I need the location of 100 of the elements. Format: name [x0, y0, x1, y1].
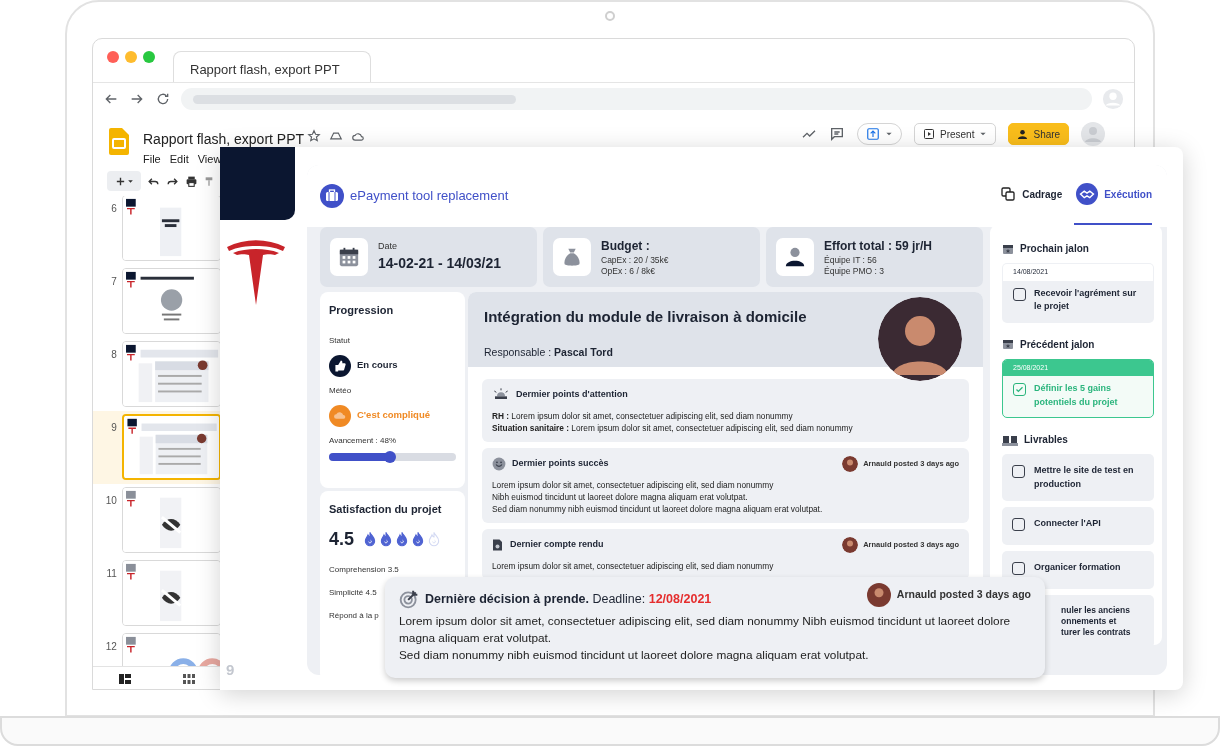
caret-icon	[885, 130, 893, 138]
calendar-icon	[1002, 338, 1014, 350]
slide-number: 12	[104, 640, 117, 654]
calendar-icon	[338, 246, 360, 268]
decision-heading: Dernière décision à prende. Deadline: 12/08/2021	[425, 590, 712, 608]
slide-thumbnail[interactable]	[121, 487, 221, 553]
field-label: Statut	[329, 334, 351, 347]
field-label: Date	[378, 239, 398, 253]
browser-tab[interactable]: Rapport flash, export PPT	[173, 51, 371, 82]
copy-icon	[1000, 186, 1017, 202]
deliverable-label: Connecter l'API	[1034, 517, 1101, 530]
field-label: Météo	[329, 384, 353, 397]
criterion-score: Comprehension 3.5	[329, 563, 399, 576]
star-icon[interactable]	[307, 129, 321, 143]
slide-number: 8	[110, 348, 117, 362]
date-range: 14-02-21 - 14/03/21	[378, 254, 501, 274]
slides-logo-icon	[109, 128, 129, 155]
note-text: Situation sanitaire : Lorem ipsum dolor sit amet, consectetuer adipiscing elit, sed diam nonummy	[492, 422, 854, 435]
slide-number: 6	[110, 202, 117, 216]
deliverable-label: Mettre le site de test en production	[1034, 464, 1135, 491]
card-title: Progression	[329, 303, 395, 318]
decision-text: Lorem ipsum dolor sit amet, consectetuer adipiscing elit, sed diam nonummy Nibh euismod tincidunt ut laoreet dolore magna aliquam erat volutpat.	[399, 613, 1012, 647]
money-bag-icon	[561, 246, 583, 268]
cloud-icon	[329, 404, 351, 427]
slide-number: 10	[104, 494, 117, 508]
share-button[interactable]: Share	[1008, 123, 1070, 145]
manager-text: Responsable : Pascal Tord	[484, 344, 614, 360]
score-value: 4.5	[329, 527, 355, 551]
caret-icon	[126, 177, 134, 185]
checkbox[interactable]	[1013, 383, 1026, 396]
present-icon	[923, 128, 935, 140]
slide-thumbnail[interactable]	[121, 414, 221, 480]
avatar	[842, 456, 859, 473]
card-title: Effort total : 59 jr/H	[824, 238, 932, 255]
calendar-icon	[1002, 242, 1014, 255]
avatar	[842, 537, 859, 554]
comment-icon[interactable]	[829, 126, 845, 142]
print-icon[interactable]	[185, 174, 198, 188]
card-title: Satisfaction du projet	[329, 502, 443, 517]
person-icon	[784, 246, 806, 268]
section-title: Dermier points d'attention	[516, 388, 628, 402]
avatar	[866, 583, 891, 607]
deliverable-label: nuler les anciens onnements et turer les contrats	[1061, 605, 1132, 639]
slide-number: 9	[226, 660, 235, 680]
filmstrip-view-icon[interactable]	[119, 674, 131, 684]
document-icon	[492, 537, 504, 554]
criterion-score: Simplicité 4.5	[329, 586, 377, 599]
checkbox[interactable]	[1012, 465, 1025, 478]
menu-item[interactable]: File	[143, 151, 161, 168]
slide-thumbnail[interactable]	[121, 268, 221, 334]
slide-thumbnail[interactable]	[121, 196, 221, 261]
caret-icon	[979, 130, 988, 138]
document-title[interactable]: Rapport flash, export PPT	[143, 129, 305, 150]
weather-text: C'est compliqué	[357, 408, 430, 423]
note-text: Lorem ipsum dolor sit amet, consectetuer adipiscing elit, sed diam nonummy	[492, 479, 775, 492]
check-icon	[1015, 385, 1024, 394]
grid-view-icon[interactable]	[183, 674, 195, 684]
checkbox[interactable]	[1013, 287, 1026, 301]
camera	[605, 11, 615, 21]
note-text: Nibh euismod tincidunt ut laoreet dolore magna aliquam erat volutpat.	[492, 491, 749, 504]
card-detail: CapEx : 20 / 35k€	[601, 255, 669, 266]
progress-label: Avancement : 48%	[329, 434, 397, 447]
close-button[interactable]	[107, 51, 119, 63]
smiley-icon	[492, 457, 506, 472]
briefcase-icon	[320, 184, 344, 208]
task-title: Intégration du module de livraison à domicile	[484, 307, 808, 327]
section-title: Livrables	[1024, 433, 1068, 447]
card-detail: Équipe IT : 56	[824, 255, 878, 266]
person-icon	[1017, 128, 1029, 140]
new-slide-button[interactable]	[107, 171, 141, 191]
section-title: Dernier compte rendu	[510, 538, 604, 552]
section-title: Précédent jalon	[1020, 337, 1095, 352]
status-text: En cours	[357, 358, 398, 373]
books-icon	[1002, 433, 1018, 446]
card-title: Budget :	[601, 238, 651, 256]
plus-icon	[114, 175, 126, 187]
section-title: Dermier points succès	[512, 457, 609, 471]
upload-icon	[866, 127, 880, 141]
reload-icon[interactable]	[155, 91, 171, 107]
paint-format-icon[interactable]	[204, 174, 214, 188]
target-icon	[399, 589, 419, 609]
post-meta: Arnauld posted 3 days ago	[896, 587, 1031, 603]
card-detail: OpEx : 6 / 8k€	[601, 266, 656, 277]
milestone-task: Définir les 5 gains potentiels du projet	[1034, 382, 1119, 409]
checkbox[interactable]	[1012, 562, 1025, 575]
present-button[interactable]: Present	[914, 123, 997, 145]
checkbox[interactable]	[1012, 518, 1025, 531]
section-title: Prochain jalon	[1020, 242, 1089, 256]
slide-number: 9	[110, 421, 117, 435]
slide-thumbnail[interactable]	[121, 341, 221, 407]
milestone-task: Recevoir l'agrément sur le projet	[1034, 286, 1138, 313]
menu-item[interactable]: Edit	[169, 151, 189, 168]
decision-text: Sed diam nonummy nibh euismod tincidunt ut laoreet dolore magna aliquam erat volutpat.	[399, 646, 870, 664]
upload-button[interactable]	[857, 123, 902, 145]
note-text: Lorem ipsum dolor sit amet, consectetuer adipiscing elit, sed diam nonummy	[492, 560, 775, 573]
progress-slider[interactable]	[329, 452, 456, 461]
slide-thumbnail[interactable]	[121, 560, 221, 626]
tab[interactable]: Cadrage	[998, 165, 1063, 227]
card-detail: Équipe PMO : 3	[824, 266, 885, 277]
deliverable-label: Organicer formation	[1034, 561, 1121, 574]
